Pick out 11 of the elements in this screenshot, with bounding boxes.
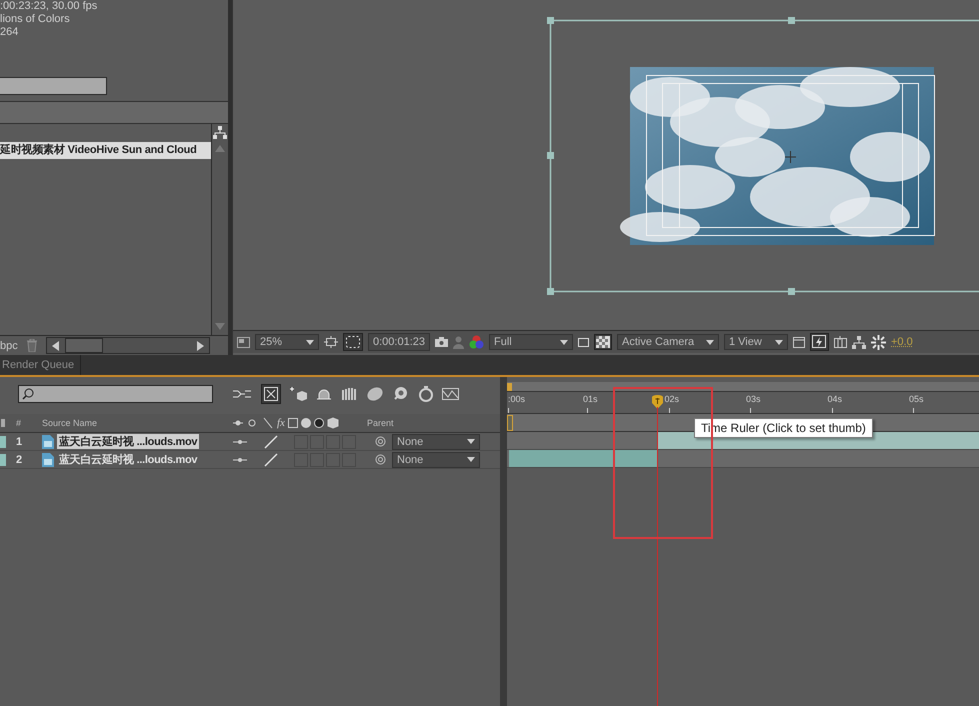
footage-info-text: lions of Colors [0, 13, 71, 26]
time-label: 03s [746, 394, 761, 404]
time-label: 01s [583, 394, 598, 404]
time-label: :00s [508, 394, 526, 404]
layer-number: 1 [16, 436, 24, 448]
time-label: 02s [664, 394, 680, 404]
time-label: 05s [909, 394, 924, 404]
footage-info-text: :00:23:23, 30.00 fps [0, 0, 98, 13]
footage-info-text: 264 [0, 26, 20, 39]
time-label: 04s [828, 394, 842, 404]
layer-number: 2 [16, 454, 24, 466]
